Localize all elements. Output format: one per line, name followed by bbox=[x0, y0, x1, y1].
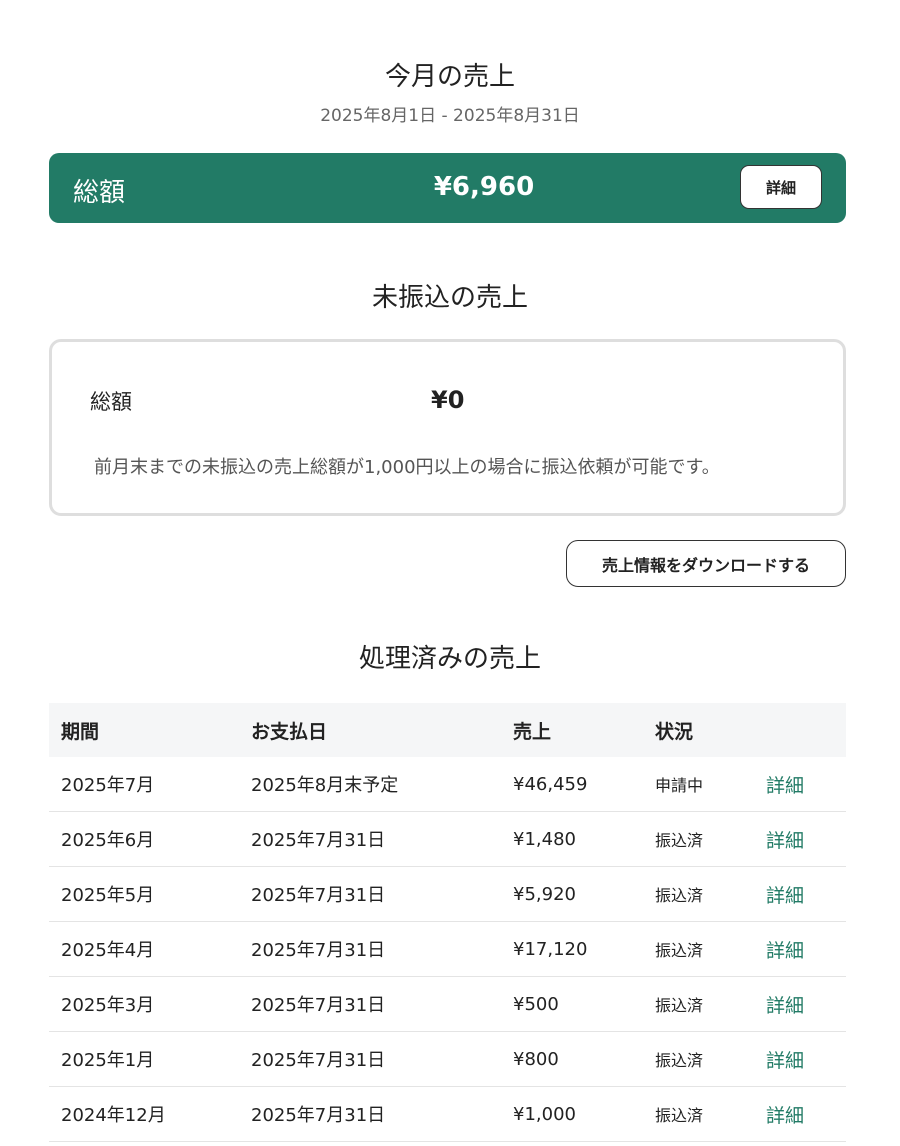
row-period: 2025年7月 bbox=[49, 757, 239, 812]
row-detail-link[interactable]: 詳細 bbox=[754, 1031, 846, 1087]
table-row: 2025年4月 2025年7月31日 ¥17,120 振込済 詳細 bbox=[49, 921, 846, 977]
unpaid-total-label: 総額 bbox=[90, 390, 132, 414]
table-row: 2025年1月 2025年7月31日 ¥800 振込済 詳細 bbox=[49, 1031, 846, 1087]
row-detail-link[interactable]: 詳細 bbox=[754, 866, 846, 922]
unpaid-note: 前月末までの未振込の売上総額が1,000円以上の場合に振込依頼が可能です。 bbox=[94, 457, 720, 478]
row-amount: ¥1,000 bbox=[501, 1086, 643, 1142]
header-amount: 売上 bbox=[501, 703, 643, 757]
unpaid-title: 未振込の売上 bbox=[371, 283, 528, 313]
table-row: 2024年12月 2025年7月31日 ¥1,000 振込済 詳細 bbox=[49, 1086, 846, 1142]
row-status: 振込済 bbox=[643, 1031, 754, 1087]
unpaid-summary-box: 総額 ¥0 前月末までの未振込の売上総額が1,000円以上の場合に振込依頼が可能… bbox=[49, 339, 846, 516]
download-sales-button[interactable]: 売上情報をダウンロードする bbox=[566, 540, 846, 587]
processed-sales-table: 期間 お支払日 売上 状況 2025年7月 2025年8月末予定 ¥46,459… bbox=[49, 703, 846, 1142]
row-amount: ¥46,459 bbox=[501, 757, 643, 812]
header-pay-date: お支払日 bbox=[239, 703, 501, 757]
row-status: 振込済 bbox=[643, 811, 754, 867]
table-row: 2025年7月 2025年8月末予定 ¥46,459 申請中 詳細 bbox=[49, 757, 846, 812]
row-pay-date: 2025年7月31日 bbox=[239, 1086, 501, 1142]
row-detail-link[interactable]: 詳細 bbox=[754, 757, 846, 812]
current-month-detail-button[interactable]: 詳細 bbox=[740, 165, 822, 209]
row-period: 2025年4月 bbox=[49, 921, 239, 977]
header-action bbox=[754, 703, 846, 757]
unpaid-total-amount: ¥0 bbox=[431, 386, 465, 414]
current-month-total-bar: 総額 ¥6,960 詳細 bbox=[49, 153, 846, 223]
table-row: 2025年3月 2025年7月31日 ¥500 振込済 詳細 bbox=[49, 976, 846, 1032]
table-header-row: 期間 お支払日 売上 状況 bbox=[49, 703, 846, 757]
processed-title: 処理済みの売上 bbox=[358, 644, 541, 674]
row-detail-link[interactable]: 詳細 bbox=[754, 921, 846, 977]
row-amount: ¥17,120 bbox=[501, 921, 643, 977]
row-pay-date: 2025年7月31日 bbox=[239, 1031, 501, 1087]
row-period: 2025年1月 bbox=[49, 1031, 239, 1087]
header-status: 状況 bbox=[643, 703, 754, 757]
table-row: 2025年6月 2025年7月31日 ¥1,480 振込済 詳細 bbox=[49, 811, 846, 867]
row-period: 2025年5月 bbox=[49, 866, 239, 922]
row-pay-date: 2025年7月31日 bbox=[239, 866, 501, 922]
row-amount: ¥1,480 bbox=[501, 811, 643, 867]
row-detail-link[interactable]: 詳細 bbox=[754, 976, 846, 1032]
row-period: 2025年6月 bbox=[49, 811, 239, 867]
row-pay-date: 2025年7月31日 bbox=[239, 811, 501, 867]
table-row: 2025年5月 2025年7月31日 ¥5,920 振込済 詳細 bbox=[49, 866, 846, 922]
row-amount: ¥800 bbox=[501, 1031, 643, 1087]
row-pay-date: 2025年7月31日 bbox=[239, 921, 501, 977]
header-period: 期間 bbox=[49, 703, 239, 757]
row-status: 振込済 bbox=[643, 866, 754, 922]
row-period: 2025年3月 bbox=[49, 976, 239, 1032]
row-pay-date: 2025年7月31日 bbox=[239, 976, 501, 1032]
row-amount: ¥5,920 bbox=[501, 866, 643, 922]
row-status: 振込済 bbox=[643, 921, 754, 977]
current-month-period: 2025年8月1日 - 2025年8月31日 bbox=[320, 106, 580, 126]
current-month-title: 今月の売上 bbox=[384, 62, 515, 92]
row-detail-link[interactable]: 詳細 bbox=[754, 811, 846, 867]
row-status: 申請中 bbox=[643, 757, 754, 812]
row-status: 振込済 bbox=[643, 1086, 754, 1142]
row-amount: ¥500 bbox=[501, 976, 643, 1032]
row-pay-date: 2025年8月末予定 bbox=[239, 757, 501, 812]
row-detail-link[interactable]: 詳細 bbox=[754, 1086, 846, 1142]
row-status: 振込済 bbox=[643, 976, 754, 1032]
row-period: 2024年12月 bbox=[49, 1086, 239, 1142]
